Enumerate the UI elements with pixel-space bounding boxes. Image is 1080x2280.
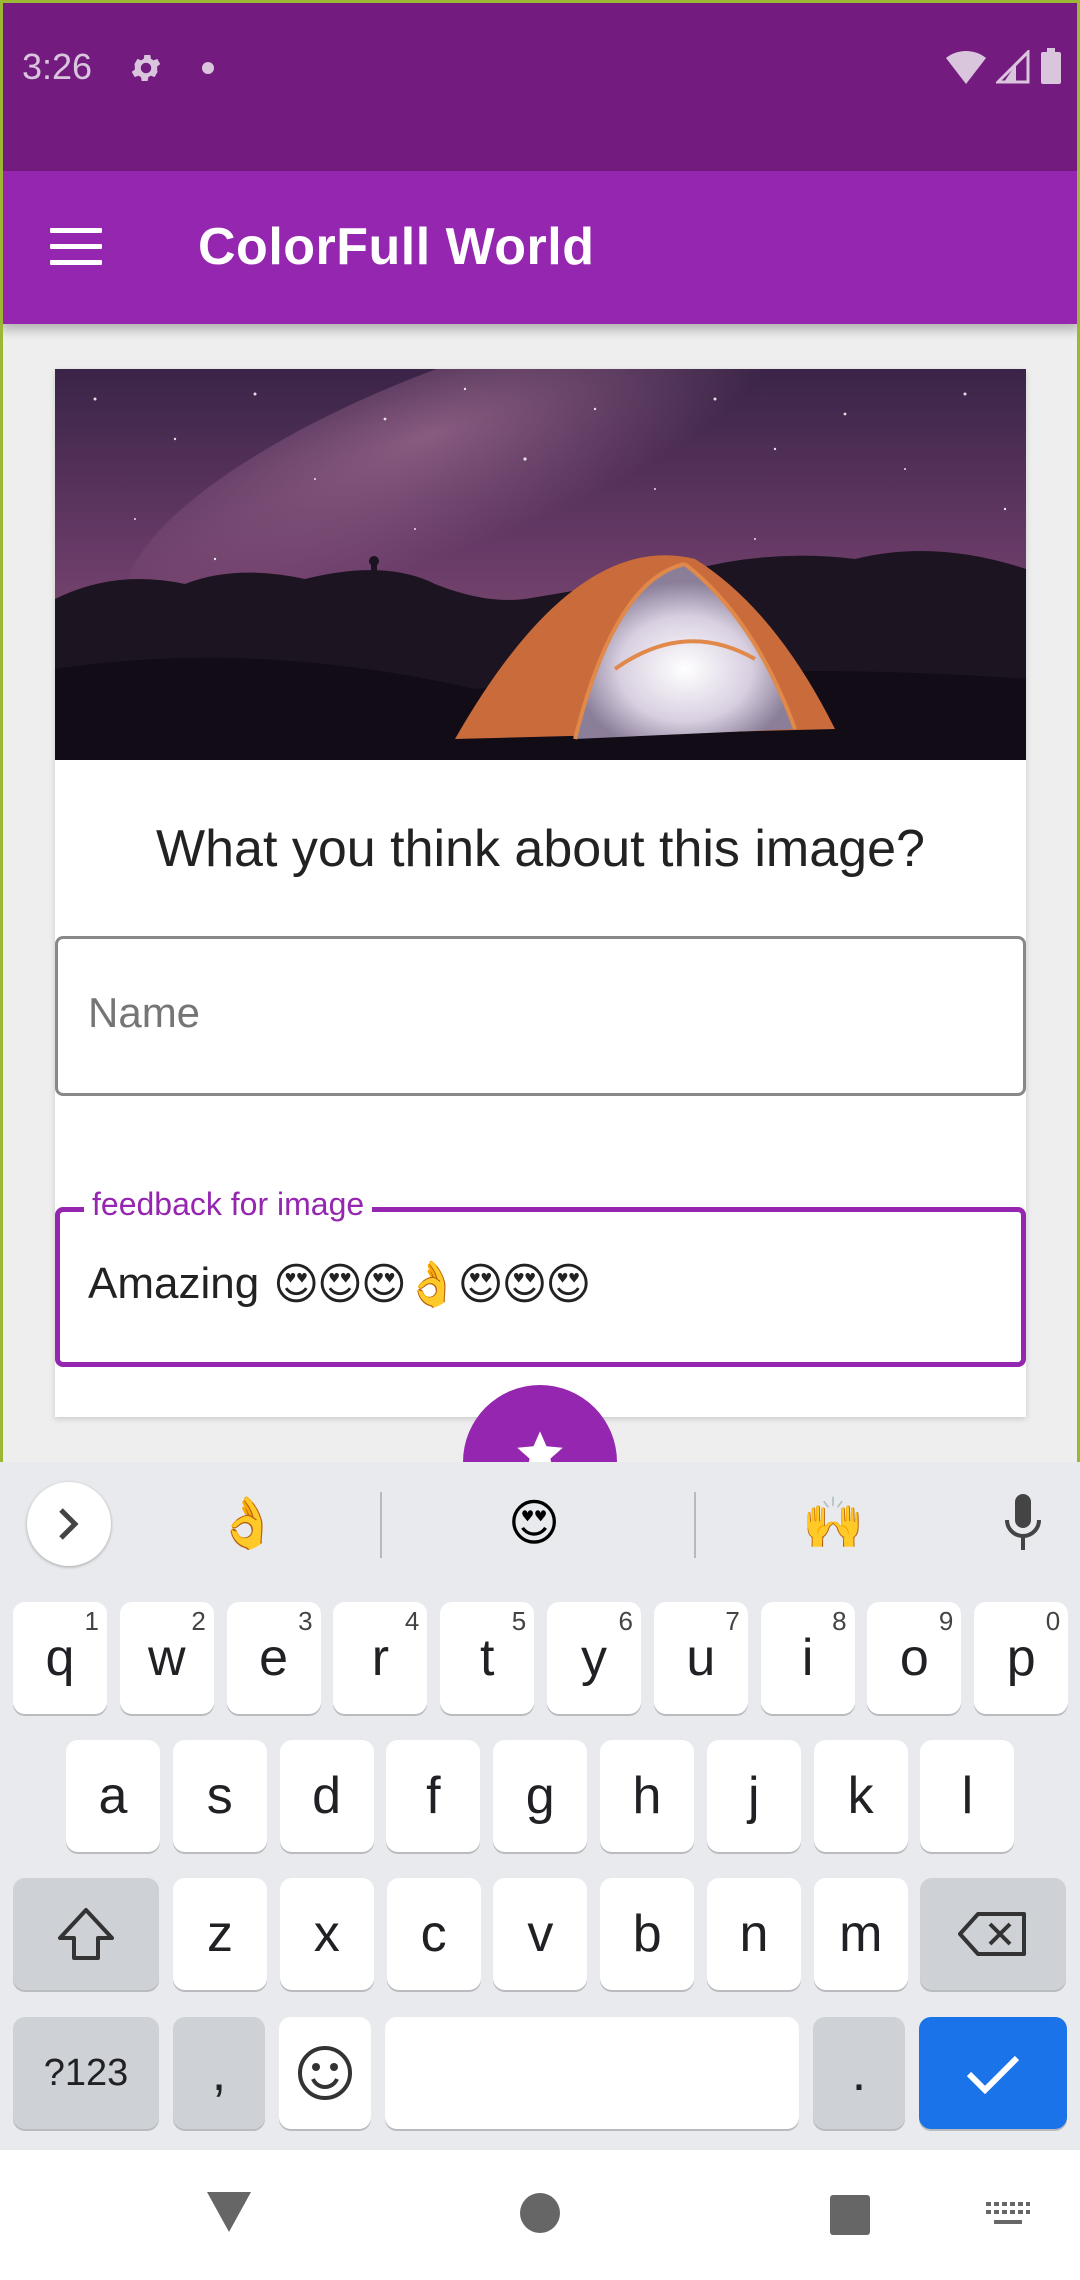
backspace-key[interactable]: [920, 1878, 1066, 1990]
key-number-hint: 6: [618, 1606, 633, 1636]
key-number-hint: 5: [511, 1606, 527, 1636]
suggestion-raised-hands[interactable]: 🙌: [802, 1494, 864, 1553]
shift-key[interactable]: [13, 1878, 159, 1990]
key-letter: u: [686, 1629, 716, 1687]
key-letter: p: [1006, 1629, 1036, 1687]
notification-dot-icon: [202, 62, 214, 74]
key-w[interactable]: w2: [119, 1602, 214, 1714]
key-letter: e: [259, 1629, 289, 1687]
key-g[interactable]: g: [493, 1740, 588, 1852]
key-a[interactable]: a: [66, 1740, 160, 1852]
keyboard-switcher-icon[interactable]: [986, 2202, 1030, 2228]
emoji-key[interactable]: [279, 2017, 371, 2129]
navigation-bar: [0, 2150, 1080, 2280]
key-letter: i: [801, 1629, 814, 1687]
name-input[interactable]: [88, 989, 988, 1037]
key-number-hint: 4: [404, 1606, 420, 1636]
chevron-right-icon: [59, 1508, 79, 1540]
shift-icon: [58, 1908, 114, 1960]
key-k[interactable]: k: [813, 1740, 908, 1852]
suggestion-divider: [380, 1492, 382, 1558]
status-icons: [946, 48, 1062, 84]
key-number-hint: 3: [298, 1606, 313, 1636]
feedback-card: What you think about this image? feedbac…: [55, 369, 1026, 1417]
key-number-hint: 7: [725, 1606, 740, 1636]
feedback-value-text: Amazing: [88, 1259, 260, 1308]
comma-key[interactable]: ,: [173, 2017, 265, 2129]
key-number-hint: 9: [938, 1606, 954, 1636]
key-c[interactable]: c: [386, 1878, 481, 1990]
suggestion-strip: 👌 😍 🙌: [0, 1462, 1080, 1584]
battery-icon: [1041, 48, 1061, 84]
status-time: 3:26: [22, 46, 93, 87]
menu-icon[interactable]: [50, 228, 102, 266]
key-q[interactable]: q1: [13, 1602, 107, 1714]
settings-icon: [131, 54, 161, 82]
key-z[interactable]: z: [173, 1878, 267, 1990]
key-number-hint: 1: [84, 1606, 99, 1636]
feedback-field-label: feedback for image: [84, 1186, 373, 1223]
key-s[interactable]: s: [172, 1740, 267, 1852]
checkmark-icon: [966, 2055, 1020, 2094]
key-m[interactable]: m: [813, 1878, 908, 1990]
name-field[interactable]: [55, 936, 1026, 1096]
key-l[interactable]: l: [920, 1740, 1015, 1852]
key-b[interactable]: b: [600, 1878, 695, 1990]
signal-icon: [996, 50, 1030, 84]
suggestion-heart-eyes[interactable]: 😍: [508, 1494, 560, 1552]
key-f[interactable]: f: [386, 1740, 481, 1852]
key-n[interactable]: n: [707, 1878, 801, 1990]
backspace-icon: [958, 1912, 1026, 1956]
status-bar: 3:26: [0, 0, 1080, 171]
feedback-input[interactable]: Amazing 😍😍😍👌😍😍😍: [88, 1258, 591, 1310]
soft-keyboard: 👌 😍 🙌 ?123 , . q1w2e3r4t5y6u7i8o9p0asdfg…: [0, 1462, 1080, 2150]
feedback-field[interactable]: feedback for image Amazing 😍😍😍👌😍😍😍: [55, 1186, 1026, 1367]
key-letter: q: [45, 1629, 75, 1687]
back-icon[interactable]: [205, 2190, 253, 2234]
key-o[interactable]: o9: [867, 1602, 962, 1714]
key-u[interactable]: u7: [653, 1602, 748, 1714]
key-number-hint: 2: [191, 1606, 206, 1636]
microphone-icon[interactable]: [1003, 1492, 1043, 1554]
expand-suggestions-button[interactable]: [27, 1482, 111, 1566]
suggestion-divider: [694, 1492, 696, 1558]
key-letter: o: [899, 1629, 929, 1687]
key-x[interactable]: x: [279, 1878, 374, 1990]
key-j[interactable]: j: [706, 1740, 801, 1852]
key-e[interactable]: e3: [226, 1602, 321, 1714]
home-icon[interactable]: [519, 2192, 561, 2234]
enter-key[interactable]: [919, 2017, 1067, 2129]
key-i[interactable]: i8: [760, 1602, 855, 1714]
key-letter: y: [581, 1629, 607, 1687]
question-heading: What you think about this image?: [156, 820, 925, 878]
key-y[interactable]: y6: [547, 1602, 641, 1714]
key-letter: w: [148, 1629, 186, 1687]
key-number-hint: 8: [832, 1606, 847, 1636]
recents-icon[interactable]: [829, 2194, 871, 2236]
key-p[interactable]: p0: [974, 1602, 1069, 1714]
key-r[interactable]: r4: [333, 1602, 428, 1714]
period-key[interactable]: .: [813, 2017, 905, 2129]
smiley-icon: [298, 2046, 352, 2100]
suggestion-ok-hand[interactable]: 👌: [216, 1494, 278, 1553]
app-title: ColorFull World: [198, 218, 595, 276]
key-v[interactable]: v: [493, 1878, 588, 1990]
key-d[interactable]: d: [279, 1740, 374, 1852]
key-letter: r: [371, 1629, 390, 1687]
app-bar: ColorFull World: [0, 171, 1080, 324]
key-number-hint: 0: [1045, 1606, 1061, 1636]
symbols-key[interactable]: ?123: [13, 2017, 159, 2129]
key-t[interactable]: t5: [440, 1602, 535, 1714]
key-h[interactable]: h: [600, 1740, 694, 1852]
tent-under-stars-illustration: [55, 369, 1026, 760]
feedback-value-emojis: 😍😍😍👌😍😍😍: [273, 1260, 591, 1309]
key-letter: t: [479, 1629, 495, 1687]
night-camping-image: [55, 369, 1026, 760]
space-key[interactable]: [385, 2017, 799, 2129]
wifi-icon: [946, 50, 986, 84]
